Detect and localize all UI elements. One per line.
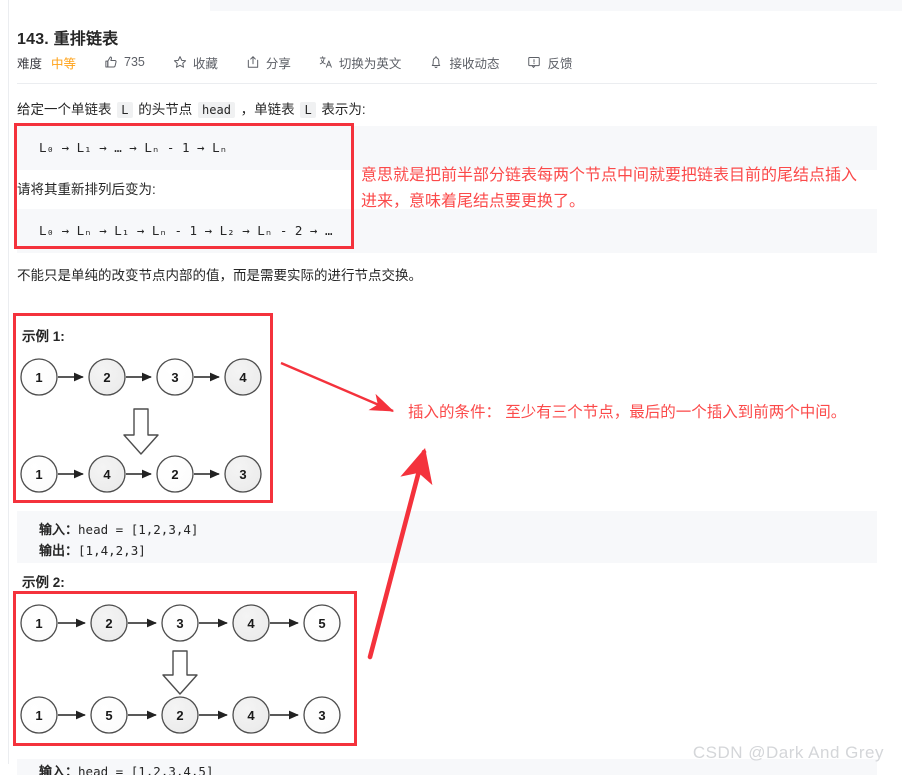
translate-icon [319,55,333,69]
example-2-title: 示例 2: [22,575,65,590]
meta-toolbar: 难度 中等 735 收藏 分享 切换为英文 接收动态 反馈 [17,49,877,75]
svg-text:1: 1 [35,370,42,385]
intro-text-2: 的头节点 [134,102,197,117]
example-2-input-label: 输入： [39,764,79,775]
formula-reordered-text: L₀ → Lₙ → L₁ → Lₙ - 1 → L₂ → Lₙ - 2 → … [39,223,333,238]
annotation-note-top: 意思就是把前半部分链表每两个节点中间就要把链表目前的尾结点插入 进来，意味着尾结… [361,167,858,210]
top-strip [210,0,902,11]
problem-content: 143. 重排链表 难度 中等 735 收藏 分享 切换为英文 接收动态 反馈 … [0,11,902,775]
header-divider [17,83,877,84]
translate-button[interactable]: 切换为英文 [319,53,402,72]
svg-text:2: 2 [171,467,178,482]
feedback-label: 反馈 [547,56,573,71]
favorite-button[interactable]: 收藏 [173,53,218,72]
example-2-input-value: head = [1,2,3,4,5] [78,764,214,775]
feedback-button[interactable]: 反馈 [527,53,572,72]
svg-text:4: 4 [103,467,111,482]
like-button[interactable]: 735 [104,55,145,69]
svg-text:5: 5 [318,616,325,631]
svg-text:1: 1 [35,467,42,482]
svg-text:3: 3 [176,616,183,631]
inline-code-head: head [198,102,235,118]
description-note: 不能只是单纯的改变节点内部的值，而是需要实际的进行节点交换。 [17,268,422,283]
example-1-input-row: 输入：head = [1,2,3,4] [39,519,877,540]
favorite-label: 收藏 [192,56,218,71]
example-2-diagram: 1 2 3 4 5 1 5 2 4 3 [14,589,354,749]
example-1-io: 输入：head = [1,2,3,4] 输出：[1,4,2,3] [17,511,877,563]
like-count: 735 [124,55,145,69]
svg-text:3: 3 [171,370,178,385]
subscribe-button[interactable]: 接收动态 [429,53,499,72]
input-label: 输入： [39,522,79,537]
translate-label: 切换为英文 [338,56,402,71]
inline-code-L1: L [117,102,133,118]
formula-block-reordered: L₀ → Lₙ → L₁ → Lₙ - 1 → L₂ → Lₙ - 2 → … [17,209,877,253]
description-intro: 给定一个单链表 L 的头节点 head ，单链表 L 表示为: [17,99,366,121]
formula-original-text: L₀ → L₁ → … → Lₙ - 1 → Lₙ [39,140,228,155]
svg-text:3: 3 [239,467,246,482]
input-value: head = [1,2,3,4] [78,522,199,537]
svg-text:2: 2 [176,708,183,723]
bell-icon [429,55,443,69]
star-icon [173,55,187,69]
example-1-output-row: 输出：[1,4,2,3] [39,540,877,561]
description-between: 请将其重新排列后变为: [17,182,156,197]
difficulty-label: 难度 [17,56,43,71]
watermark: CSDN @Dark And Grey [692,743,884,762]
svg-text:2: 2 [103,370,110,385]
example-2-input-row: 输入：head = [1,2,3,4,5] [39,761,213,775]
annotation-note-mid: 插入的条件： 至少有三个节点，最后的一个插入到前两个中间。 [408,404,847,421]
share-label: 分享 [265,56,291,71]
difficulty-indicator: 难度 中等 [17,53,76,72]
intro-text-1: 给定一个单链表 [17,102,116,117]
output-value: [1,4,2,3] [78,543,146,558]
svg-text:3: 3 [318,708,325,723]
difficulty-value: 中等 [51,56,77,71]
feedback-icon [527,55,541,69]
svg-text:4: 4 [239,370,247,385]
intro-text-3: ，单链表 [236,102,299,117]
share-button[interactable]: 分享 [246,53,291,72]
intro-text-4: 表示为: [317,102,366,117]
svg-text:1: 1 [35,616,42,631]
svg-text:2: 2 [105,616,112,631]
page-title: 143. 重排链表 [17,31,119,48]
share-icon [246,55,260,69]
thumbs-up-icon [104,55,118,69]
svg-text:4: 4 [247,616,255,631]
svg-text:5: 5 [105,708,112,723]
svg-text:4: 4 [247,708,255,723]
output-label: 输出： [39,543,79,558]
svg-text:1: 1 [35,708,42,723]
inline-code-L2: L [300,102,316,118]
example-1-diagram: 1 2 3 4 1 4 2 3 [14,341,276,506]
subscribe-label: 接收动态 [449,56,500,71]
